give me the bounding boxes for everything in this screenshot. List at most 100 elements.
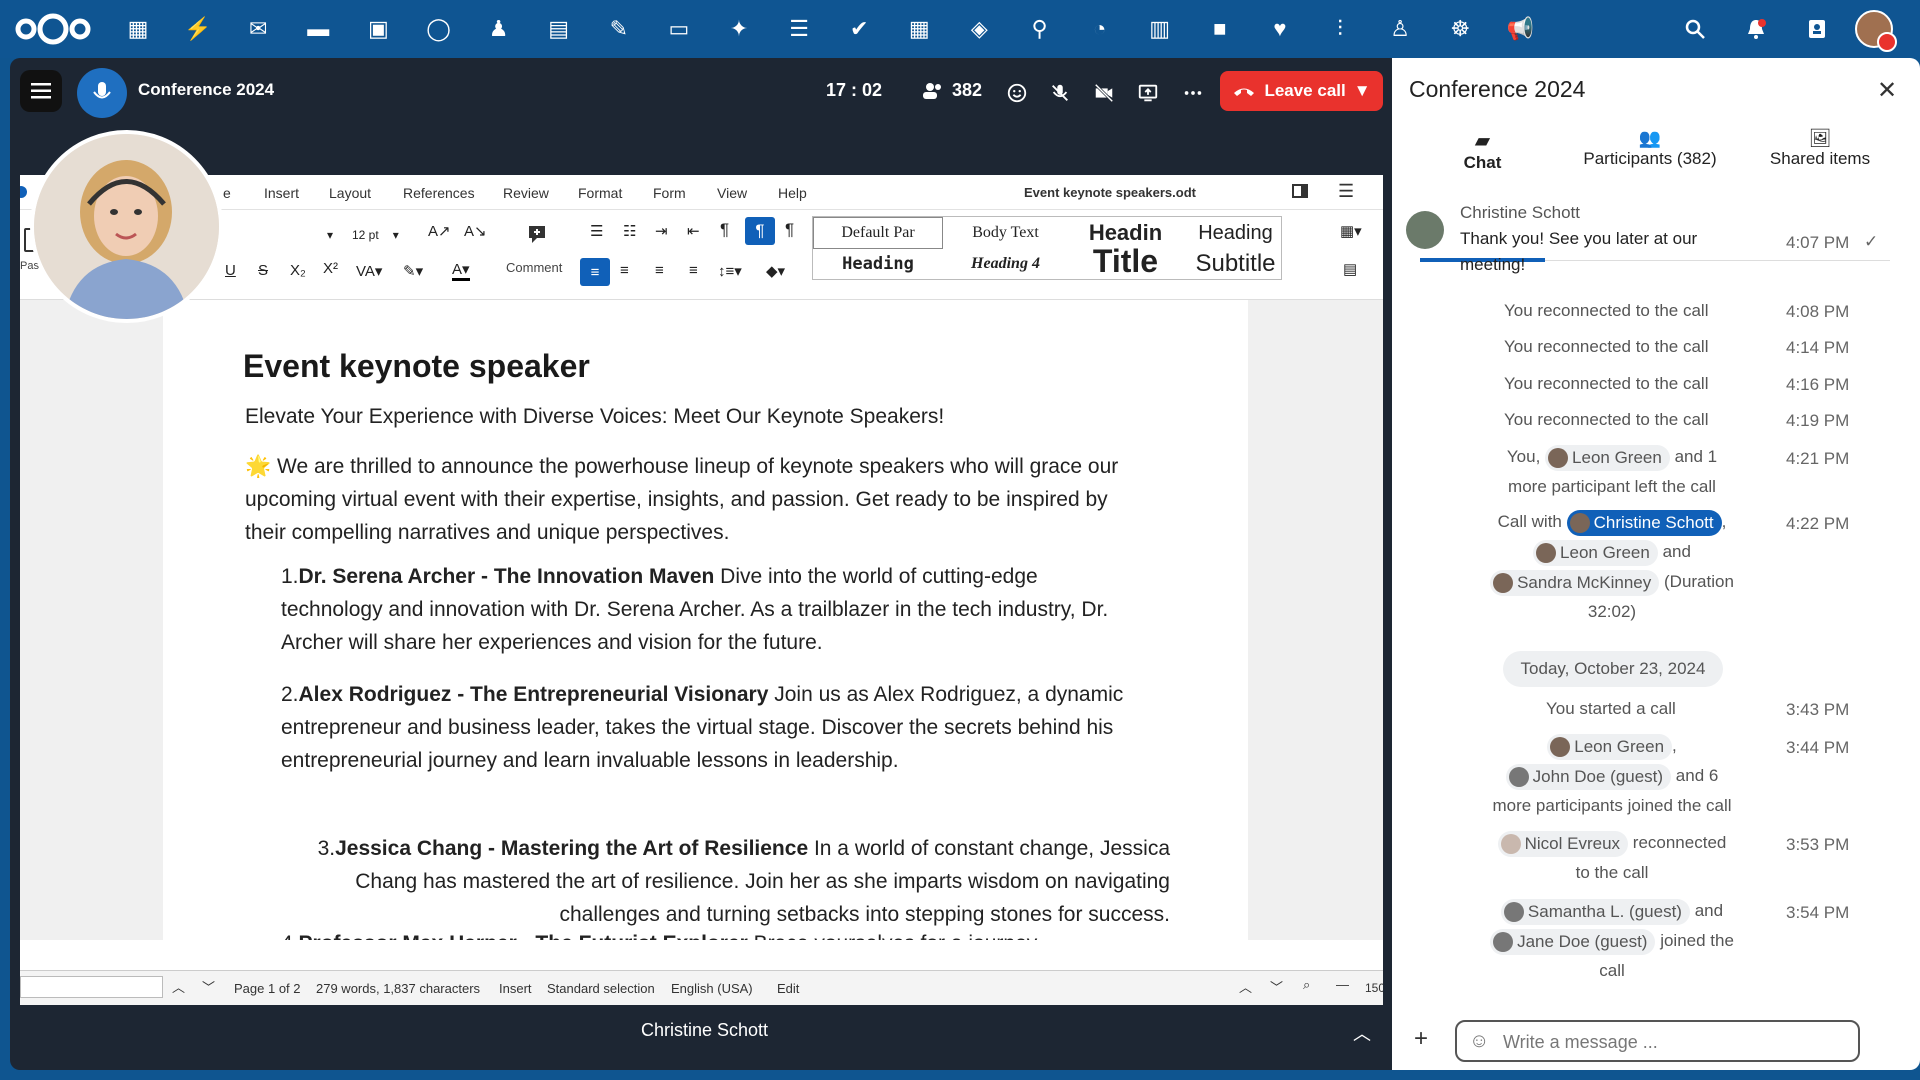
tab-chat[interactable]: ▰ Chat bbox=[1420, 128, 1545, 173]
line-spacing-icon[interactable]: ↕≡▾ bbox=[718, 262, 742, 280]
pilcrow-icon[interactable]: ¶ bbox=[720, 220, 729, 240]
mail-icon[interactable]: ✉ bbox=[244, 15, 272, 43]
message-input[interactable]: ☺ Write a message ... bbox=[1455, 1020, 1860, 1062]
menu-help[interactable]: Help bbox=[778, 185, 807, 201]
announcements-icon[interactable]: 📢 bbox=[1506, 15, 1534, 43]
underline-icon[interactable]: U bbox=[225, 262, 236, 279]
dataviz-icon[interactable]: ⫶ bbox=[1326, 15, 1354, 43]
chevron-up-icon[interactable]: ︿ bbox=[1353, 1020, 1371, 1046]
indent-increase-icon[interactable]: ⇥ bbox=[655, 222, 668, 240]
deck-icon[interactable]: ▭ bbox=[665, 15, 693, 43]
find-previous-icon[interactable]: ︿ bbox=[172, 977, 185, 996]
notes-icon[interactable]: ✎ bbox=[605, 15, 633, 43]
avatar[interactable] bbox=[1406, 211, 1444, 249]
menu-form[interactable]: Form bbox=[653, 185, 686, 201]
activity-icon[interactable]: ⚡ bbox=[184, 15, 212, 43]
mention-chip[interactable]: Nicol Evreux bbox=[1497, 830, 1629, 857]
indent-decrease-icon[interactable]: ⇤ bbox=[687, 222, 700, 240]
comment-icon[interactable] bbox=[525, 222, 549, 246]
character-spacing-icon[interactable]: VA▾ bbox=[356, 262, 382, 280]
contacts-menu-icon[interactable] bbox=[1803, 15, 1831, 43]
font-name-dropdown[interactable]: ▾ bbox=[228, 224, 333, 246]
style-heading-1[interactable]: Heading bbox=[1188, 217, 1283, 249]
nextcloud-logo-icon[interactable] bbox=[14, 12, 92, 46]
add-attachment-icon[interactable]: + bbox=[1414, 1025, 1428, 1053]
shrink-font-icon[interactable]: A↘ bbox=[464, 222, 487, 240]
tasks-icon[interactable]: ☰ bbox=[785, 15, 813, 43]
strikethrough-icon[interactable]: S bbox=[258, 262, 268, 279]
files-icon[interactable]: ▬ bbox=[304, 15, 332, 43]
maps-icon[interactable]: ⚲ bbox=[1026, 15, 1054, 43]
more-actions-button[interactable] bbox=[1180, 80, 1206, 106]
analytics-icon[interactable]: ◔ bbox=[1086, 15, 1114, 43]
sidebar-toggle-icon[interactable] bbox=[1292, 184, 1308, 198]
reactions-button[interactable] bbox=[1004, 80, 1030, 106]
briefcase-icon[interactable]: ■ bbox=[1206, 15, 1234, 43]
style-default-paragraph[interactable]: Default Par bbox=[813, 217, 943, 249]
mention-chip[interactable]: Leon Green bbox=[1545, 444, 1670, 471]
tab-shared-items[interactable]: 🖼 Shared items bbox=[1750, 128, 1890, 169]
mention-chip[interactable]: Samantha L. (guest) bbox=[1500, 898, 1690, 925]
document-page[interactable]: Event keynote speaker Elevate Your Exper… bbox=[163, 300, 1248, 940]
justify-icon[interactable]: ≡ bbox=[689, 262, 698, 279]
ltr-paragraph-icon[interactable]: ¶ bbox=[745, 217, 775, 245]
transport-icon[interactable]: ▥ bbox=[1146, 15, 1174, 43]
grow-font-icon[interactable]: A↗ bbox=[428, 222, 451, 240]
bullet-list-icon[interactable]: ☰ bbox=[590, 222, 603, 240]
leave-call-button[interactable]: Leave call ▼ bbox=[1220, 71, 1383, 111]
participant-count[interactable]: 382 bbox=[922, 80, 982, 101]
tab-participants[interactable]: 👥 Participants (382) bbox=[1570, 128, 1730, 169]
style-body-text[interactable]: Body Text bbox=[953, 217, 1058, 249]
language-status[interactable]: English (USA) bbox=[671, 981, 753, 996]
emoji-picker-icon[interactable]: ☺ bbox=[1469, 1030, 1489, 1053]
style-heading-4[interactable]: Heading 4 bbox=[953, 249, 1058, 279]
menu-file[interactable]: e bbox=[223, 185, 231, 201]
mention-chip[interactable]: Sandra McKinney bbox=[1490, 569, 1660, 596]
calendar-icon[interactable]: ▤ bbox=[545, 15, 573, 43]
page-down-icon[interactable]: ﹀ bbox=[1270, 977, 1283, 996]
search-icon[interactable] bbox=[1681, 15, 1709, 43]
align-left-icon[interactable]: ≡ bbox=[580, 258, 610, 286]
health-icon[interactable]: ♥ bbox=[1266, 15, 1294, 43]
user-avatar[interactable] bbox=[1855, 10, 1897, 52]
menu-insert[interactable]: Insert bbox=[264, 185, 299, 201]
menu-references[interactable]: References bbox=[403, 185, 475, 201]
close-icon[interactable]: ✕ bbox=[1877, 76, 1897, 105]
align-center-icon[interactable]: ≡ bbox=[620, 262, 629, 279]
dashboard-icon[interactable]: ▦ bbox=[124, 15, 152, 43]
style-subtitle[interactable]: Subtitle bbox=[1188, 249, 1283, 279]
contacts-icon[interactable]: ♟ bbox=[485, 15, 513, 43]
style-heading-alt[interactable]: Heading bbox=[813, 249, 943, 279]
tables-icon[interactable]: ▦ bbox=[905, 15, 933, 43]
notifications-icon[interactable] bbox=[1742, 15, 1770, 43]
mention-chip[interactable]: Jane Doe (guest) bbox=[1490, 928, 1656, 955]
mention-chip[interactable]: Leon Green bbox=[1533, 539, 1658, 566]
numbered-list-icon[interactable]: ☷ bbox=[623, 222, 636, 240]
superscript-icon[interactable]: X² bbox=[323, 260, 338, 277]
page-up-icon[interactable]: ︿ bbox=[1239, 977, 1252, 996]
camera-button[interactable] bbox=[1091, 80, 1117, 106]
font-color-icon[interactable]: A▾ bbox=[452, 260, 470, 281]
align-right-icon[interactable]: ≡ bbox=[655, 262, 664, 279]
style-title[interactable]: Title bbox=[1073, 243, 1178, 279]
more-toolbar-icon[interactable]: ▤ bbox=[1343, 260, 1357, 278]
appstore-icon[interactable]: ✦ bbox=[725, 15, 753, 43]
insert-table-icon[interactable]: ▦▾ bbox=[1340, 222, 1362, 240]
forms-icon[interactable]: ◈ bbox=[965, 15, 993, 43]
app-navigation-toggle[interactable] bbox=[20, 70, 62, 112]
checkmark-icon[interactable]: ✔ bbox=[845, 15, 873, 43]
fill-color-icon[interactable]: ◆▾ bbox=[766, 262, 785, 280]
mention-chip-self[interactable]: Christine Schott bbox=[1566, 509, 1722, 536]
navigator-icon[interactable]: ☰ bbox=[1338, 181, 1354, 202]
talk-icon[interactable]: ◯ bbox=[425, 15, 453, 43]
mention-chip[interactable]: John Doe (guest) bbox=[1505, 763, 1672, 790]
zoom-out-icon[interactable]: — bbox=[1336, 977, 1349, 992]
find-input[interactable] bbox=[20, 976, 163, 998]
mute-button[interactable] bbox=[1047, 80, 1073, 106]
menu-review[interactable]: Review bbox=[503, 185, 549, 201]
message-author[interactable]: Christine Schott bbox=[1460, 198, 1580, 228]
zoom-icon[interactable]: ⌕ bbox=[1303, 977, 1310, 993]
font-size-dropdown[interactable]: 12 pt ▾ bbox=[352, 224, 412, 246]
mention-chip[interactable]: Leon Green bbox=[1547, 733, 1673, 760]
photos-icon[interactable]: ▣ bbox=[364, 15, 392, 43]
